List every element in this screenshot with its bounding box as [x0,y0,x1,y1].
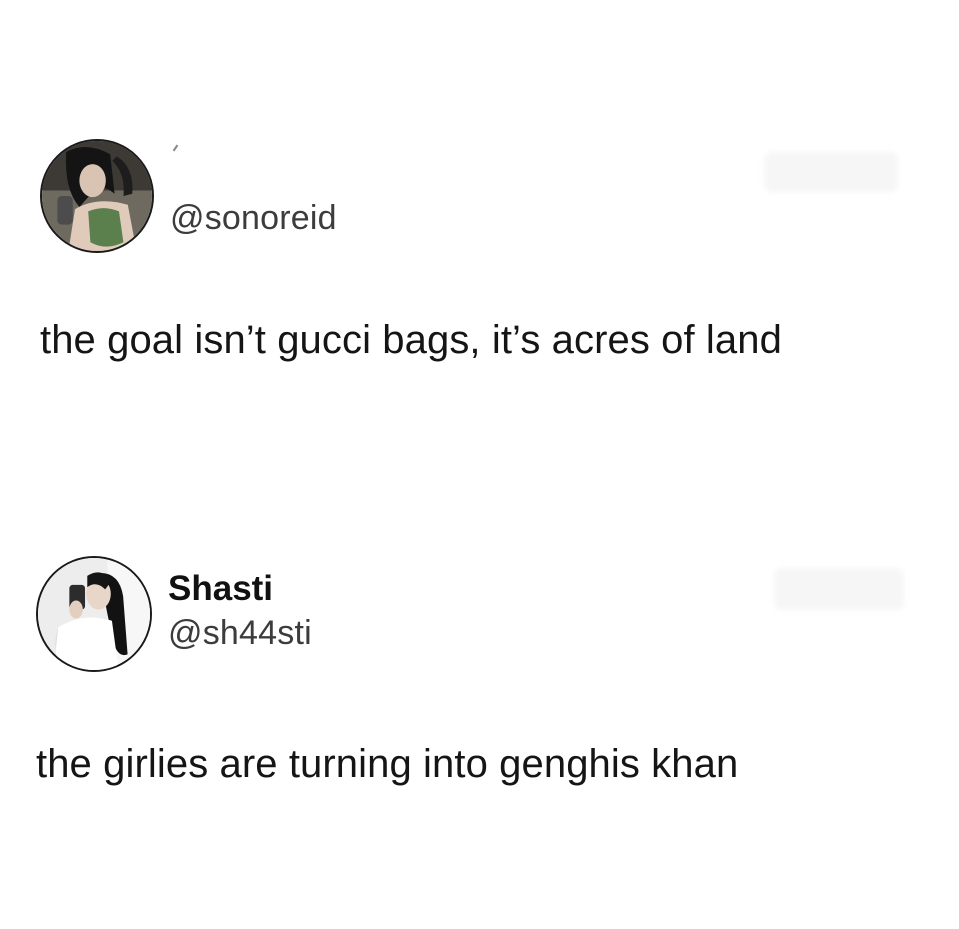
tweet-card: Shasti @sh44sti the girlies are turning … [0,460,959,929]
user-handle[interactable]: @sonoreid [170,199,337,238]
tweet-text: the goal isn’t gucci bags, it’s acres of… [40,318,782,362]
decorative-mark [172,144,179,152]
display-name[interactable]: Shasti [168,569,273,609]
redacted-area [764,152,898,192]
user-handle[interactable]: @sh44sti [168,614,312,653]
avatar[interactable] [40,139,154,253]
tweet-card: @sonoreid the goal isn’t gucci bags, it’… [0,0,959,460]
redacted-area [774,568,904,610]
profile-photo-icon [42,141,152,251]
profile-photo-icon [38,558,150,670]
tweet-text: the girlies are turning into genghis kha… [36,742,739,786]
avatar[interactable] [36,556,152,672]
